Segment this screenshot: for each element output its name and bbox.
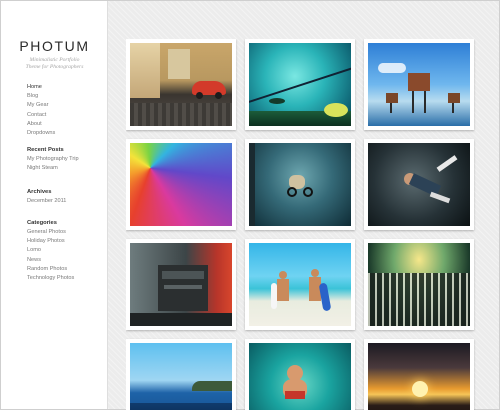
photo-image [130, 143, 232, 226]
photo-thumb-printing-press[interactable] [126, 239, 236, 330]
nav-dropdowns[interactable]: Dropdowns [27, 129, 55, 138]
photo-image [130, 43, 232, 126]
site-logo[interactable]: PHOTUM [1, 38, 108, 54]
photo-image [249, 43, 351, 126]
photo-image [249, 243, 351, 326]
archive-link[interactable]: December 2011 [27, 197, 66, 206]
recent-posts-title: Recent Posts [27, 147, 64, 153]
photo-thumb-swimmer[interactable] [245, 339, 355, 410]
photo-thumb-sea-fort[interactable] [364, 39, 474, 130]
sidebar: PHOTUM Minimalistic Portfolio Theme for … [1, 1, 108, 409]
category-link[interactable]: Holiday Photos [27, 237, 74, 246]
photo-image [249, 143, 351, 226]
photo-thumb-mixing-console[interactable] [364, 239, 474, 330]
archives-widget: Archives December 2011 [27, 188, 66, 206]
site-tagline: Minimalistic Portfolio Theme for Photogr… [1, 57, 108, 71]
nav-home[interactable]: Home [27, 83, 55, 92]
archives-title: Archives [27, 189, 52, 195]
main-nav: Home Blog My Gear Contact About Dropdown… [27, 83, 55, 138]
photo-thumb-breakdancer[interactable] [364, 139, 474, 230]
category-link[interactable]: News [27, 256, 74, 265]
photo-thumb-red-car[interactable] [126, 39, 236, 130]
nav-contact[interactable]: Contact [27, 111, 55, 120]
photo-thumb-cyclist[interactable] [245, 139, 355, 230]
photo-image [249, 343, 351, 410]
photo-image [130, 243, 232, 326]
categories-widget: Categories General Photos Holiday Photos… [27, 219, 74, 283]
nav-my-gear[interactable]: My Gear [27, 101, 55, 110]
photo-image [368, 143, 470, 226]
category-link[interactable]: Technology Photos [27, 274, 74, 283]
photo-image [368, 43, 470, 126]
photo-thumb-teal-sky[interactable] [245, 39, 355, 130]
category-link[interactable]: Random Photos [27, 265, 74, 274]
category-link[interactable]: General Photos [27, 228, 74, 237]
categories-title: Categories [27, 220, 57, 226]
photo-image [130, 343, 232, 410]
photo-thumb-beach-surfers[interactable] [245, 239, 355, 330]
photo-image [368, 343, 470, 410]
tagline-line-1: Minimalistic Portfolio [29, 57, 80, 63]
recent-post-link[interactable]: Night Steam [27, 164, 79, 173]
photo-thumb-sunset[interactable] [364, 339, 474, 410]
photo-thumb-coast[interactable] [126, 339, 236, 410]
photo-thumb-rainbow-umbrella[interactable] [126, 139, 236, 230]
photo-grid [126, 39, 476, 410]
photo-image [368, 243, 470, 326]
category-link[interactable]: Lomo [27, 246, 74, 255]
nav-about[interactable]: About [27, 120, 55, 129]
recent-posts-widget: Recent Posts My Photography Trip Night S… [27, 146, 79, 173]
tagline-line-2: Theme for Photographers [25, 64, 84, 70]
recent-post-link[interactable]: My Photography Trip [27, 155, 79, 164]
nav-blog[interactable]: Blog [27, 92, 55, 101]
